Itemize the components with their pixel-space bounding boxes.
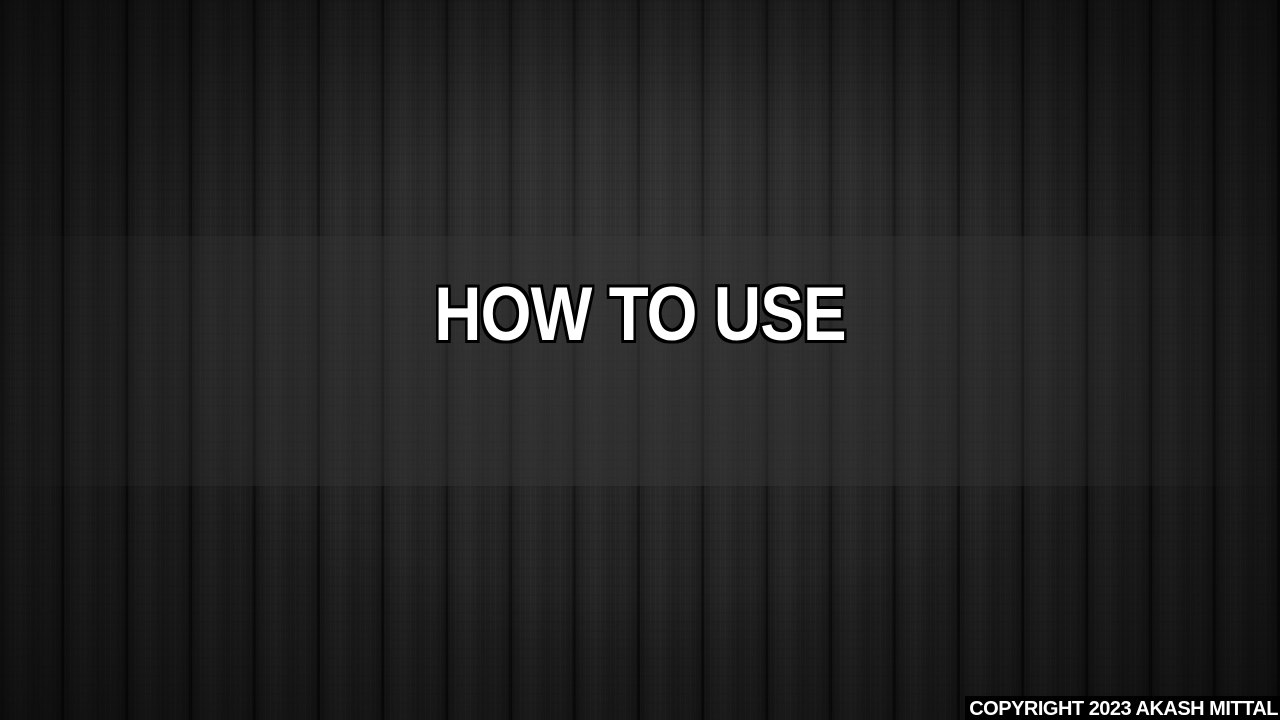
page-title: HOW TO USE (434, 272, 846, 357)
copyright-notice: COPYRIGHT 2023 AKASH MITTAL (965, 696, 1280, 720)
